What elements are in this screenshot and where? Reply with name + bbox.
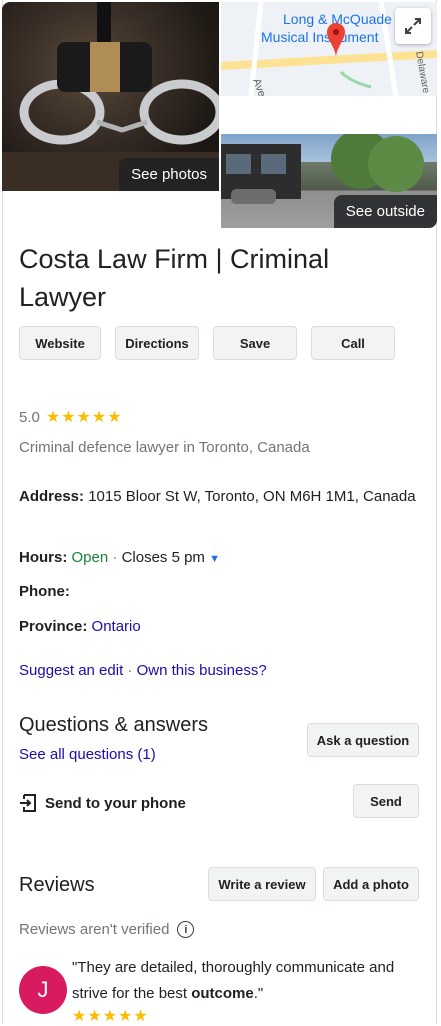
phone-label: Phone: — [19, 583, 70, 600]
directions-button[interactable]: Directions — [115, 326, 199, 360]
qa-title: Questions & answers — [19, 714, 208, 736]
send-button[interactable]: Send — [353, 784, 419, 818]
ask-question-button[interactable]: Ask a question — [307, 723, 419, 757]
rating-value: 5.0 — [19, 408, 40, 426]
review-text-end: ." — [253, 985, 264, 1002]
hours-label: Hours: — [19, 549, 68, 566]
save-button[interactable]: Save — [213, 326, 297, 360]
business-category: Criminal defence lawyer in Toronto, Cana… — [19, 439, 310, 456]
map-poi-line2: Musical Instrument — [261, 29, 379, 45]
hours-status: Open — [71, 549, 109, 566]
province-label: Province: — [19, 618, 88, 635]
website-button[interactable]: Website — [19, 326, 101, 360]
reviews-not-verified: Reviews aren't verified i — [19, 921, 195, 938]
province-row: Province: Ontario — [19, 614, 419, 640]
send-to-phone-label: Send to your phone — [45, 794, 186, 812]
info-icon[interactable]: i — [177, 921, 195, 938]
dropdown-arrow-icon[interactable]: ▼ — [209, 553, 220, 565]
hours-row[interactable]: Hours: Open · Closes 5 pm ▼ — [19, 545, 419, 572]
business-title: Costa Law Firm | Criminal Lawyer — [19, 244, 330, 312]
street-view-thumbnail[interactable]: See outside — [221, 134, 437, 228]
hours-separator: · — [112, 549, 118, 566]
reviewer-avatar[interactable]: J — [19, 966, 67, 1014]
province-link[interactable]: Ontario — [92, 618, 141, 635]
suggest-edit-link[interactable]: Suggest an edit — [19, 662, 123, 679]
write-review-button[interactable]: Write a review — [208, 867, 316, 901]
send-to-phone-icon — [20, 794, 36, 812]
address-value[interactable]: 1015 Bloor St W, Toronto, ON M6H 1M1, Ca… — [88, 488, 415, 505]
send-to-phone[interactable]: Send to your phone — [19, 794, 186, 812]
map-thumbnail[interactable]: Ave Delaware Long & McQuade Musical Inst… — [221, 2, 437, 96]
rating-row[interactable]: 5.0 ★★★★★ — [19, 407, 123, 427]
expand-icon[interactable] — [395, 8, 431, 44]
review-stars-icon: ★★★★★ — [72, 1008, 149, 1025]
review-text-bold: outcome — [191, 985, 254, 1002]
business-photo[interactable]: See photos — [2, 2, 219, 191]
address-row: Address: 1015 Bloor St W, Toronto, ON M6… — [19, 484, 419, 510]
address-label: Address: — [19, 488, 85, 505]
hours-close: Closes 5 pm — [121, 549, 205, 566]
edit-links: Suggest an edit · Own this business? — [19, 658, 419, 684]
link-separator: · — [127, 662, 133, 679]
see-photos-label: See photos — [119, 158, 219, 191]
call-button[interactable]: Call — [311, 326, 395, 360]
review-snippet[interactable]: "They are detailed, thoroughly communica… — [72, 955, 422, 1007]
star-rating-icon: ★★★★★ — [45, 409, 123, 426]
add-photo-button[interactable]: Add a photo — [323, 867, 419, 901]
phone-row: Phone: — [19, 579, 419, 605]
own-business-link[interactable]: Own this business? — [137, 662, 267, 679]
reviews-title: Reviews — [19, 874, 95, 896]
action-buttons: Website Directions Save Call — [19, 326, 395, 360]
see-outside-label: See outside — [333, 195, 437, 228]
not-verified-text: Reviews aren't verified — [19, 921, 170, 938]
